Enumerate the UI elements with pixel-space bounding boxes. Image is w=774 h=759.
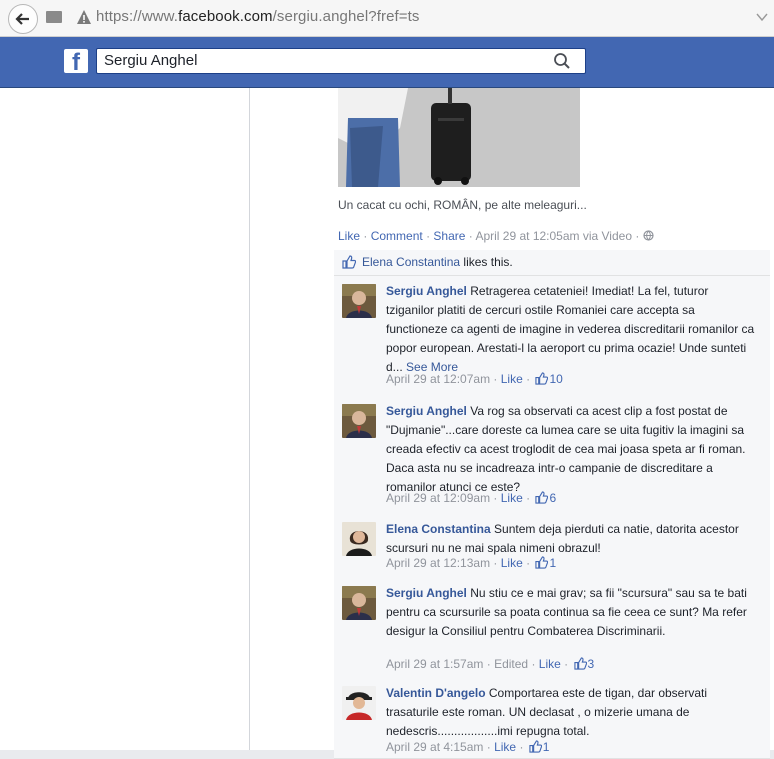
like-thumb-icon bbox=[535, 556, 549, 569]
comment-item: Valentin D'angelo Comportarea este de ti… bbox=[334, 678, 770, 759]
liked-by-name[interactable]: Elena Constantina bbox=[362, 255, 460, 269]
separator: · bbox=[493, 556, 501, 570]
avatar[interactable] bbox=[342, 586, 376, 620]
separator: · bbox=[486, 657, 495, 671]
comment-meta: April 29 at 12:13am · Like · 1 bbox=[386, 556, 556, 570]
back-button[interactable] bbox=[8, 4, 38, 34]
video-thumbnail[interactable] bbox=[338, 88, 580, 187]
post-caption: Un cacat cu ochi, ROMÂN, pe alte meleagu… bbox=[338, 198, 587, 212]
like-count[interactable]: 1 bbox=[549, 556, 556, 570]
post-comment-link[interactable]: Comment bbox=[371, 229, 423, 243]
separator: · bbox=[526, 372, 534, 386]
separator: · bbox=[519, 740, 527, 754]
post-share-link[interactable]: Share bbox=[433, 229, 465, 243]
avatar-image bbox=[342, 404, 376, 438]
avatar-image bbox=[342, 686, 376, 720]
back-arrow-icon bbox=[15, 13, 29, 25]
comment-item: Elena Constantina Suntem deja pierduti c… bbox=[334, 514, 770, 579]
edited-label[interactable]: Edited bbox=[494, 657, 528, 671]
warning-icon[interactable] bbox=[76, 9, 92, 25]
browser-url-bar: https://www.facebook.com/sergiu.anghel?f… bbox=[0, 0, 774, 37]
comment-meta: April 29 at 12:07am · Like · 10 bbox=[386, 372, 563, 386]
comment-body: Valentin D'angelo Comportarea este de ti… bbox=[386, 684, 758, 741]
facebook-logo[interactable]: f bbox=[64, 49, 88, 73]
separator: · bbox=[493, 372, 501, 386]
avatar[interactable] bbox=[342, 686, 376, 720]
separator: · bbox=[493, 491, 501, 505]
like-count[interactable]: 1 bbox=[543, 740, 550, 754]
comment-time[interactable]: April 29 at 1:57am bbox=[386, 657, 483, 671]
avatar[interactable] bbox=[342, 284, 376, 318]
comment-time[interactable]: April 29 at 4:15am bbox=[386, 740, 483, 754]
comment-like-link[interactable]: Like bbox=[494, 740, 516, 754]
post-timestamp[interactable]: April 29 at 12:05am via Video bbox=[475, 229, 632, 243]
comment-author[interactable]: Elena Constantina bbox=[386, 522, 491, 536]
separator: · bbox=[486, 740, 495, 754]
comment-like-link[interactable]: Like bbox=[501, 372, 523, 386]
avatar-image bbox=[342, 284, 376, 318]
comment-meta: April 29 at 1:57am · Edited · Like · 3 bbox=[386, 657, 594, 671]
comment-time[interactable]: April 29 at 12:07am bbox=[386, 372, 490, 386]
comment-author[interactable]: Sergiu Anghel bbox=[386, 284, 467, 298]
avatar-image bbox=[342, 522, 376, 556]
url-path: /sergiu.anghel?fref=ts bbox=[272, 8, 420, 25]
url-field[interactable]: https://www.facebook.com/sergiu.anghel?f… bbox=[96, 8, 420, 25]
like-thumb-icon bbox=[573, 657, 587, 670]
separator: · bbox=[635, 229, 643, 243]
likes-suffix: likes this. bbox=[460, 255, 513, 269]
avatar-image bbox=[342, 586, 376, 620]
comment-meta: April 29 at 4:15am · Like · 1 bbox=[386, 740, 549, 754]
likes-text: Elena Constantina likes this. bbox=[362, 255, 513, 269]
like-count[interactable]: 10 bbox=[549, 372, 562, 386]
avatar[interactable] bbox=[342, 404, 376, 438]
avatar[interactable] bbox=[342, 522, 376, 556]
comment-like-link[interactable]: Like bbox=[501, 491, 523, 505]
post-actions: Like · Comment · Share · April 29 at 12:… bbox=[338, 229, 654, 243]
comment-item: Sergiu Anghel Va rog sa observati ca ace… bbox=[334, 396, 770, 515]
like-thumb-icon bbox=[529, 740, 542, 753]
comment-item: Sergiu Anghel Retragerea cetateniei! Ime… bbox=[334, 276, 770, 397]
chevron-down-icon[interactable] bbox=[756, 12, 768, 22]
search-box[interactable] bbox=[96, 48, 586, 74]
comment-time[interactable]: April 29 at 12:13am bbox=[386, 556, 490, 570]
comment-body: Sergiu Anghel Va rog sa observati ca ace… bbox=[386, 402, 758, 497]
search-icon[interactable] bbox=[553, 52, 571, 70]
facebook-header: f bbox=[0, 37, 774, 88]
url-domain: facebook.com bbox=[178, 8, 273, 25]
like-thumb-icon bbox=[535, 372, 549, 385]
like-count[interactable]: 3 bbox=[588, 657, 595, 671]
tabs-icon[interactable] bbox=[46, 11, 62, 23]
comment-author[interactable]: Sergiu Anghel bbox=[386, 586, 467, 600]
separator: · bbox=[564, 657, 572, 671]
post-like-link[interactable]: Like bbox=[338, 229, 360, 243]
like-thumb-icon bbox=[535, 491, 549, 504]
comment-author[interactable]: Sergiu Anghel bbox=[386, 404, 467, 418]
url-prefix: https://www. bbox=[96, 8, 179, 25]
like-count[interactable]: 6 bbox=[549, 491, 556, 505]
comment-author[interactable]: Valentin D'angelo bbox=[386, 686, 486, 700]
comment-like-link[interactable]: Like bbox=[501, 556, 523, 570]
like-thumb-icon bbox=[342, 255, 356, 269]
comment-time[interactable]: April 29 at 12:09am bbox=[386, 491, 490, 505]
separator: · bbox=[531, 657, 539, 671]
globe-icon[interactable] bbox=[643, 230, 654, 241]
comment-like-link[interactable]: Like bbox=[539, 657, 561, 671]
separator: · bbox=[363, 229, 371, 243]
separator: · bbox=[526, 491, 534, 505]
comment-item: Sergiu Anghel Nu stiu ce e mai grav; sa … bbox=[334, 578, 770, 679]
comment-body: Elena Constantina Suntem deja pierduti c… bbox=[386, 520, 758, 558]
left-column bbox=[0, 88, 250, 750]
comment-meta: April 29 at 12:09am · Like · 6 bbox=[386, 491, 556, 505]
search-input[interactable] bbox=[104, 52, 544, 69]
video-still-image bbox=[338, 88, 580, 187]
likes-summary: Elena Constantina likes this. bbox=[334, 250, 770, 276]
comment-body: Sergiu Anghel Nu stiu ce e mai grav; sa … bbox=[386, 584, 758, 641]
comment-body: Sergiu Anghel Retragerea cetateniei! Ime… bbox=[386, 282, 758, 377]
separator: · bbox=[526, 556, 534, 570]
